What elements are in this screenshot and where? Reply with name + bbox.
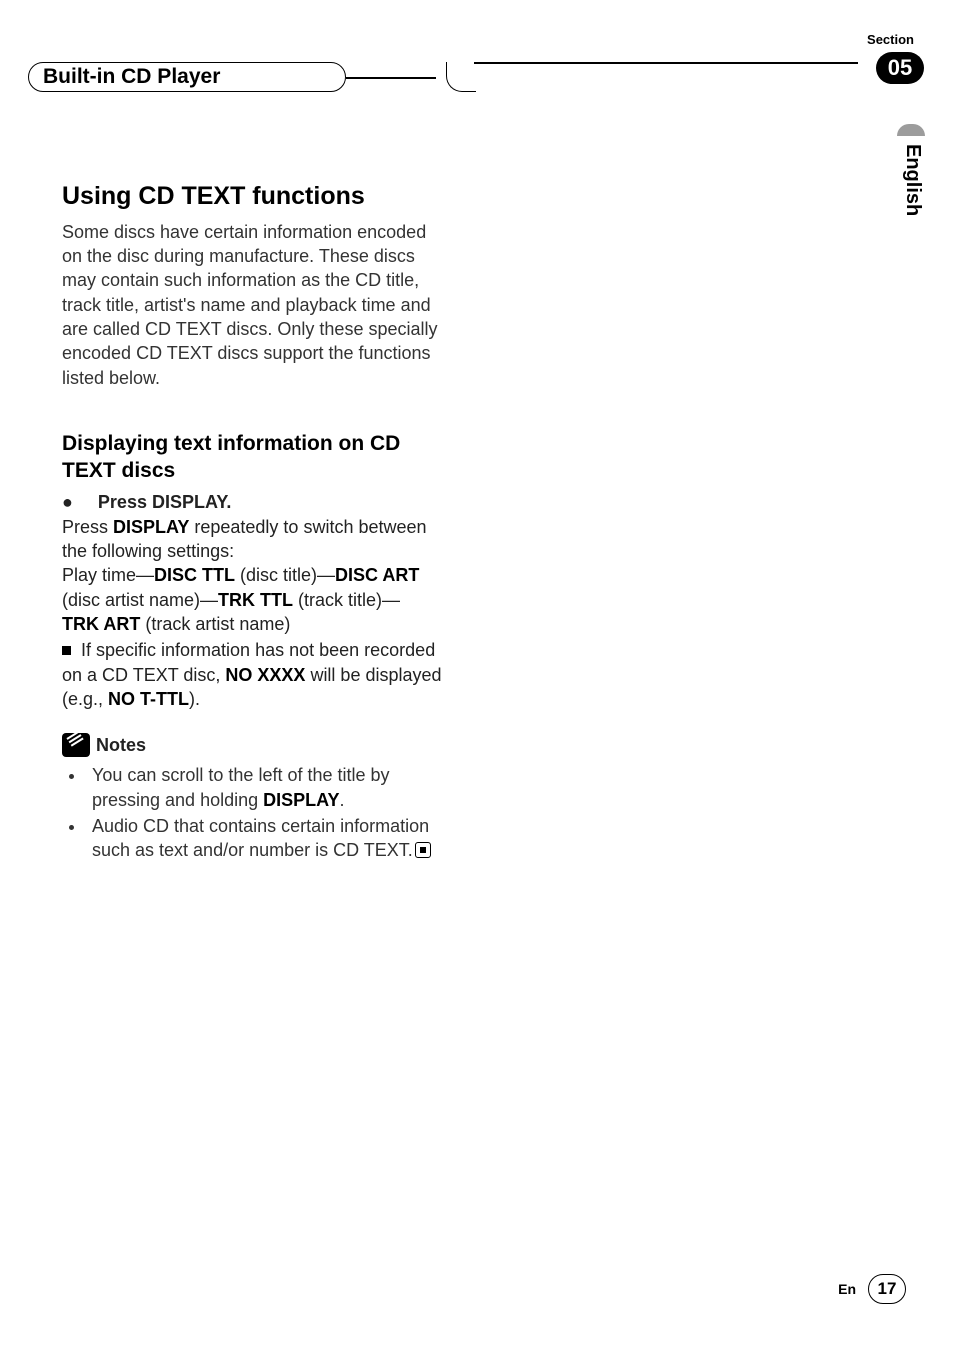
notes-icon bbox=[62, 733, 90, 757]
footer-language: En bbox=[838, 1281, 856, 1297]
section-label: Section bbox=[867, 32, 914, 47]
text-fragment: . bbox=[339, 790, 344, 810]
display-keyword: DISPLAY bbox=[263, 790, 339, 810]
text-fragment: Audio CD that contains certain informati… bbox=[92, 816, 429, 860]
text-fragment: (disc artist name)— bbox=[62, 590, 218, 610]
step-lead-text: Press DISPLAY. bbox=[98, 492, 231, 512]
manual-page: Section 05 Built-in CD Player English Us… bbox=[0, 0, 954, 1352]
header-rule-icon bbox=[346, 77, 436, 79]
header-rule-icon bbox=[474, 62, 858, 64]
notes-label: Notes bbox=[96, 733, 146, 757]
display-keyword: DISPLAY bbox=[113, 517, 189, 537]
settings-sequence: Play time—DISC TTL (disc title)—DISC ART… bbox=[62, 563, 450, 636]
trk-art-keyword: TRK ART bbox=[62, 614, 140, 634]
text-fragment: You can scroll to the left of the title … bbox=[92, 765, 390, 809]
page-header: Built-in CD Player bbox=[28, 58, 904, 92]
language-tab: English bbox=[901, 144, 924, 216]
text-fragment: Press bbox=[62, 517, 113, 537]
no-t-ttl-keyword: NO T-TTL bbox=[108, 689, 189, 709]
page-number: 17 bbox=[868, 1274, 906, 1304]
list-item: You can scroll to the left of the title … bbox=[86, 763, 450, 812]
page-footer: En 17 bbox=[838, 1274, 906, 1304]
header-curve-icon bbox=[446, 62, 476, 92]
notes-list: You can scroll to the left of the title … bbox=[62, 763, 450, 862]
instruction-step: ● Press DISPLAY. bbox=[62, 490, 450, 514]
square-bullet-icon bbox=[62, 646, 71, 655]
list-item: Audio CD that contains certain informati… bbox=[86, 814, 450, 863]
step-bullet-icon: ● bbox=[62, 492, 73, 512]
chapter-title: Built-in CD Player bbox=[28, 62, 346, 92]
section-end-icon bbox=[415, 842, 431, 858]
heading-using-cd-text: Using CD TEXT functions bbox=[62, 180, 450, 214]
text-fragment: (disc title)— bbox=[235, 565, 335, 585]
notes-header: Notes bbox=[62, 733, 450, 757]
main-content: Using CD TEXT functions Some discs have … bbox=[62, 180, 450, 865]
disc-art-keyword: DISC ART bbox=[335, 565, 419, 585]
heading-displaying-text: Displaying text information on CD TEXT d… bbox=[62, 430, 450, 485]
no-xxxx-keyword: NO XXXX bbox=[225, 665, 305, 685]
step-description: Press DISPLAY repeatedly to switch betwe… bbox=[62, 515, 450, 564]
note-line: If specific information has not been rec… bbox=[62, 638, 450, 711]
disc-ttl-keyword: DISC TTL bbox=[154, 565, 235, 585]
side-tab-cap-icon bbox=[897, 124, 925, 136]
trk-ttl-keyword: TRK TTL bbox=[218, 590, 293, 610]
text-fragment: (track title)— bbox=[293, 590, 400, 610]
text-fragment: ). bbox=[189, 689, 200, 709]
intro-paragraph: Some discs have certain information enco… bbox=[62, 220, 450, 390]
notes-block: Notes You can scroll to the left of the … bbox=[62, 733, 450, 862]
text-fragment: Play time— bbox=[62, 565, 154, 585]
text-fragment: (track artist name) bbox=[140, 614, 290, 634]
